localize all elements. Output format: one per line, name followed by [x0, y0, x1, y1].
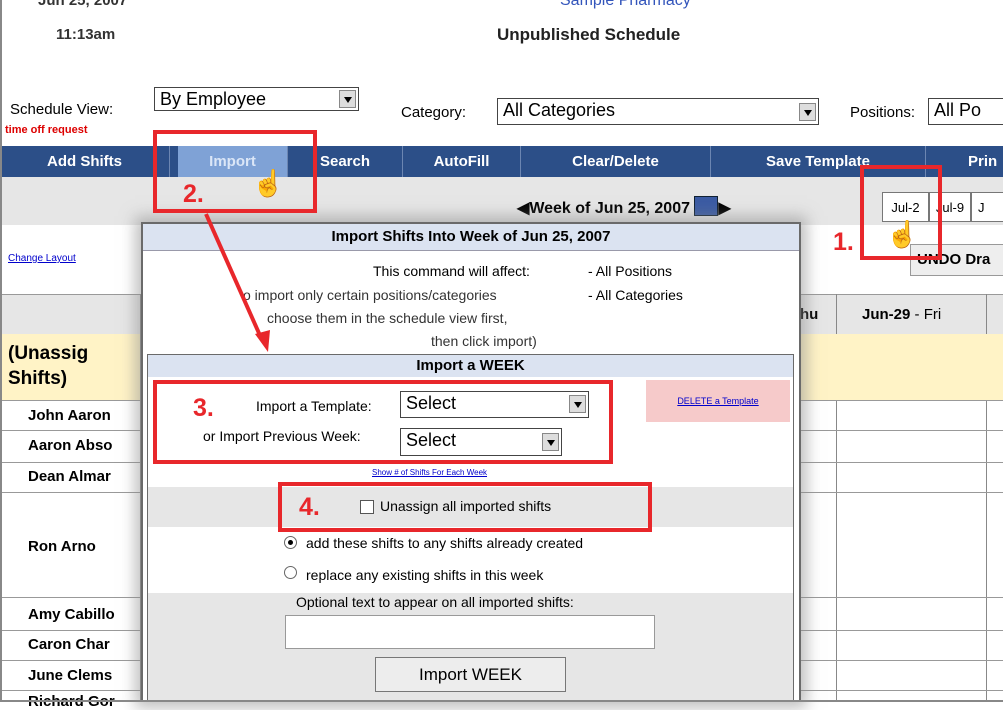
- callout-box-3: [153, 380, 613, 464]
- callout-number-4: 4.: [299, 493, 320, 521]
- arrow-line: [204, 213, 264, 341]
- callout-number-3: 3.: [193, 394, 214, 422]
- callout-box-4: [278, 482, 652, 532]
- arrow-step-2-to-3: [204, 213, 270, 352]
